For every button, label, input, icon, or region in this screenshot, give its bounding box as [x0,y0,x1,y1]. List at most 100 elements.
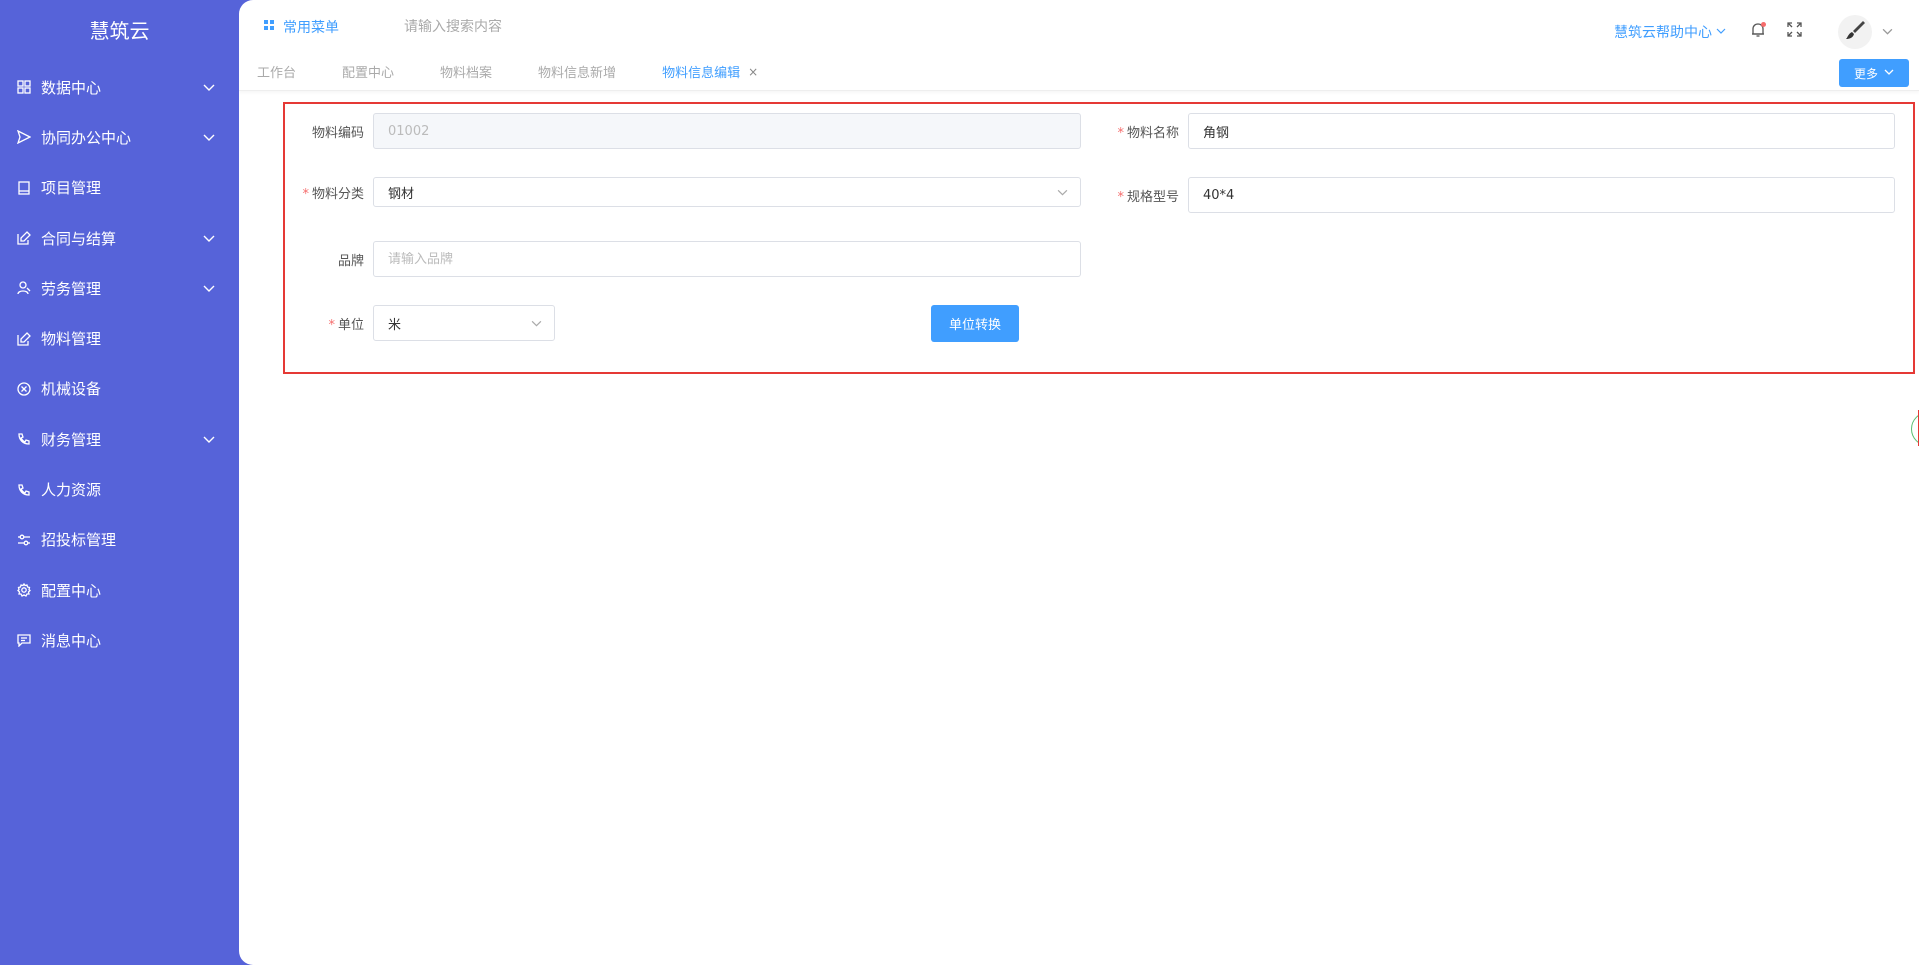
sidebar-item-contract[interactable]: 合同与结算 [0,213,239,263]
material-category-select[interactable]: 钢材 [373,177,1081,207]
tab-label: 物料信息新增 [538,66,617,81]
sidebar-item-collab-office[interactable]: 协同办公中心 [0,112,239,162]
edit-doc-icon [17,331,31,346]
name-label: * 物料名称 [1117,125,1179,141]
sidebar-item-bidding[interactable]: 招投标管理 [0,515,239,565]
material-code-value: 01002 [388,123,430,139]
tab-label: 物料档案 [440,66,493,81]
unit-select[interactable]: 米 [373,305,555,341]
worker-icon [17,281,31,295]
sidebar-menu: 数据中心 协同办公中心 项目管理 合同与结算 劳务管理 物料管理 机械设备 财务… [0,62,239,666]
sidebar-item-label: 项目管理 [41,179,102,198]
material-name-field[interactable]: 角钢 [1188,113,1895,149]
top-bar: 常用菜单 慧筑云帮助中心 [239,0,1919,53]
chevron-down-icon [1712,24,1726,40]
sidebar-item-material[interactable]: 物料管理 [0,313,239,363]
unit-label: * 单位 [328,317,364,333]
message-icon [17,633,31,648]
fullscreen-button[interactable] [1784,22,1804,42]
edit-doc-icon [17,231,31,245]
chevron-down-icon [203,433,215,445]
help-center-dropdown[interactable]: 慧筑云帮助中心 [1614,22,1726,42]
category-label: * 物料分类 [302,186,364,202]
brush-icon [1844,19,1866,45]
brand-label: 品牌 [337,253,364,269]
chevron-down-icon [203,232,215,244]
sidebar-item-label: 物料管理 [41,330,102,349]
sidebar: 慧筑云 数据中心 协同办公中心 项目管理 合同与结算 劳务管理 物料管理 机械设… [0,0,239,965]
circle-x-icon [17,382,31,396]
spec-label: * 规格型号 [1117,189,1179,205]
tab-material-archive[interactable]: 物料档案 [440,62,492,81]
sidebar-item-labor[interactable]: 劳务管理 [0,263,239,313]
send-icon [17,130,31,145]
tab-material-add[interactable]: 物料信息新增 [538,62,616,81]
grid-icon [264,19,283,35]
tab-workbench[interactable]: 工作台 [257,62,296,81]
tab-material-edit[interactable]: 物料信息编辑 × [662,62,758,82]
sidebar-item-label: 人力资源 [41,481,102,500]
grid-icon [17,80,31,94]
help-center-label: 慧筑云帮助中心 [1614,24,1712,41]
category-value: 钢材 [388,186,415,202]
sidebar-item-hr[interactable]: 人力资源 [0,464,239,514]
sidebar-item-label: 劳务管理 [41,279,102,298]
tab-config-center[interactable]: 配置中心 [342,62,394,81]
material-name-value: 角钢 [1203,125,1230,141]
fullscreen-icon [1786,22,1802,41]
chevron-down-icon [1878,66,1894,80]
form-row-code: 物料编码 01002 [287,113,1081,149]
form-row-name: * 物料名称 角钢 [1102,113,1895,149]
form-row-category: * 物料分类 钢材 [287,177,1081,207]
code-label: 物料编码 [311,125,364,141]
chevron-down-icon[interactable] [1882,26,1893,37]
sidebar-item-label: 协同办公中心 [41,128,132,147]
sidebar-item-label: 数据中心 [41,78,102,97]
sidebar-item-machinery[interactable]: 机械设备 [0,364,239,414]
chevron-down-icon [203,282,215,294]
unit-convert-button[interactable]: 单位转换 [931,305,1019,342]
phone-icon [17,483,31,497]
more-button[interactable]: 更多 [1839,59,1909,87]
sidebar-item-label: 配置中心 [41,581,102,600]
gear-icon [17,583,31,597]
sliders-icon [17,533,31,547]
sidebar-item-label: 招投标管理 [41,531,117,550]
common-menu-button[interactable]: 常用菜单 [264,17,339,37]
notification-dot [1761,21,1766,27]
book-icon [17,181,31,195]
sidebar-item-data-center[interactable]: 数据中心 [0,62,239,112]
unit-value: 米 [388,317,402,333]
sidebar-item-label: 机械设备 [41,380,102,399]
sidebar-item-project[interactable]: 项目管理 [0,163,239,213]
phone-icon [17,432,31,446]
brand-field[interactable] [373,241,1081,277]
form-row-unit: * 单位 米 [287,305,555,341]
chevron-down-icon [203,81,215,93]
sidebar-item-label: 消息中心 [41,631,102,650]
notification-button[interactable] [1748,21,1768,42]
chevron-down-icon [203,131,215,143]
close-icon[interactable]: × [748,65,758,79]
tab-label: 物料信息编辑 [662,66,741,81]
spec-field[interactable]: 40*4 [1188,177,1895,213]
brand-input[interactable] [388,251,1080,267]
tab-label: 工作台 [257,66,297,81]
sidebar-item-messages[interactable]: 消息中心 [0,615,239,665]
app-logo: 慧筑云 [89,19,150,43]
chevron-down-icon [531,318,542,333]
tab-label: 配置中心 [342,66,395,81]
spec-value: 40*4 [1203,187,1235,203]
sidebar-item-config[interactable]: 配置中心 [0,565,239,615]
avatar[interactable] [1838,14,1872,49]
sidebar-item-label: 合同与结算 [41,229,117,248]
chevron-down-icon [1057,187,1068,202]
tabs-bar: 工作台 配置中心 物料档案 物料信息新增 物料信息编辑 × 更多 [239,53,1919,91]
search-input[interactable] [404,18,644,35]
save-button[interactable]: 保 存 [1911,412,1919,446]
main-content: 常用菜单 慧筑云帮助中心 工作台 配置中心 物料档案 物料信息新增 [239,0,1919,965]
sidebar-item-finance[interactable]: 财务管理 [0,414,239,464]
sidebar-item-label: 财务管理 [41,430,102,449]
common-menu-label: 常用菜单 [283,19,339,36]
material-code-field: 01002 [373,113,1081,149]
